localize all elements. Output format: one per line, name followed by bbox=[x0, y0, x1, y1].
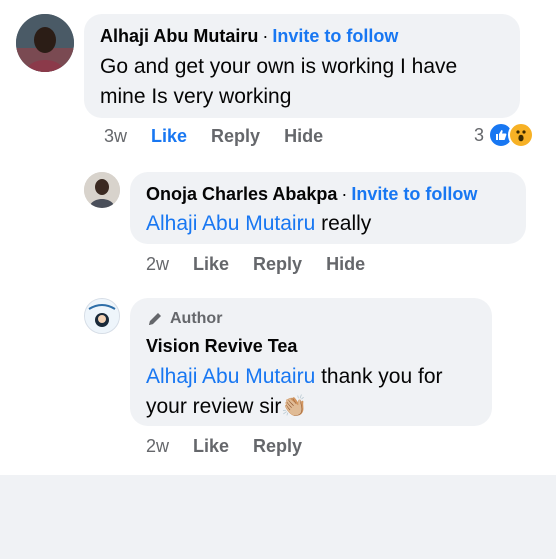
comment-bubble: Alhaji Abu Mutairu · Invite to follow Go a… bbox=[84, 14, 520, 118]
reply-button[interactable]: Reply bbox=[253, 436, 302, 457]
comment-author[interactable]: Alhaji Abu Mutairu bbox=[100, 26, 258, 46]
reply-text-body: thank you for bbox=[315, 365, 443, 388]
comment-actions: 3w Like Reply Hide bbox=[104, 126, 323, 147]
comment-time[interactable]: 2w bbox=[146, 436, 169, 457]
pencil-icon bbox=[149, 313, 161, 325]
separator-dot: · bbox=[341, 184, 348, 204]
clapping-hands-emoji: 👏🏼 bbox=[281, 395, 308, 418]
commenter-avatar[interactable] bbox=[84, 172, 120, 208]
bottom-bar bbox=[0, 475, 556, 559]
comment-time[interactable]: 3w bbox=[104, 126, 127, 147]
mention-link[interactable]: Alhaji Abu Mutairu bbox=[146, 212, 315, 235]
like-button[interactable]: Like bbox=[151, 126, 187, 147]
avatar-photo-icon bbox=[84, 172, 120, 208]
comment-text: Go and get your own is working I have mi… bbox=[100, 52, 504, 112]
invite-to-follow-link[interactable]: Invite to follow bbox=[272, 26, 398, 46]
reaction-count: 3 bbox=[474, 124, 485, 145]
reply-button[interactable]: Reply bbox=[211, 126, 260, 147]
page-avatar[interactable] bbox=[84, 298, 120, 334]
avatar-photo-icon bbox=[16, 14, 74, 72]
hide-button[interactable]: Hide bbox=[284, 126, 323, 147]
reply-author[interactable]: Onoja Charles Abakpa bbox=[146, 184, 337, 204]
comment-time[interactable]: 2w bbox=[146, 254, 169, 275]
reply-text-body: really bbox=[315, 212, 372, 235]
separator-dot: · bbox=[262, 26, 269, 46]
reply-button[interactable]: Reply bbox=[253, 254, 302, 275]
reply-text: Alhaji Abu Mutairu thank you for your re… bbox=[146, 362, 476, 422]
reply-bubble: Onoja Charles Abakpa · Invite to follow Al… bbox=[130, 172, 526, 244]
reply-text: Alhaji Abu Mutairu really bbox=[146, 210, 510, 238]
reply-actions: 2w Like Reply bbox=[146, 436, 302, 457]
comment-text-line: mine Is very working bbox=[100, 85, 292, 108]
like-button[interactable]: Like bbox=[193, 436, 229, 457]
author-badge: Author bbox=[146, 308, 476, 330]
page-logo-icon bbox=[85, 299, 119, 333]
author-tag-label: Author bbox=[170, 310, 223, 327]
commenter-avatar[interactable] bbox=[16, 14, 74, 72]
hide-button[interactable]: Hide bbox=[326, 254, 365, 275]
reply-author[interactable]: Vision Revive Tea bbox=[146, 336, 297, 356]
comment-text-line: Go and get your own is working I have bbox=[100, 55, 458, 78]
reply-actions: 2w Like Reply Hide bbox=[146, 254, 365, 275]
invite-to-follow-link[interactable]: Invite to follow bbox=[351, 184, 477, 204]
reaction-summary[interactable]: 3 bbox=[474, 122, 535, 148]
reply-bubble: Author Vision Revive Tea Alhaji Abu Muta… bbox=[130, 298, 492, 426]
like-button[interactable]: Like bbox=[193, 254, 229, 275]
reply-text-body: your review sir bbox=[146, 395, 282, 418]
wow-icon bbox=[508, 122, 535, 148]
mention-link[interactable]: Alhaji Abu Mutairu bbox=[146, 365, 315, 388]
